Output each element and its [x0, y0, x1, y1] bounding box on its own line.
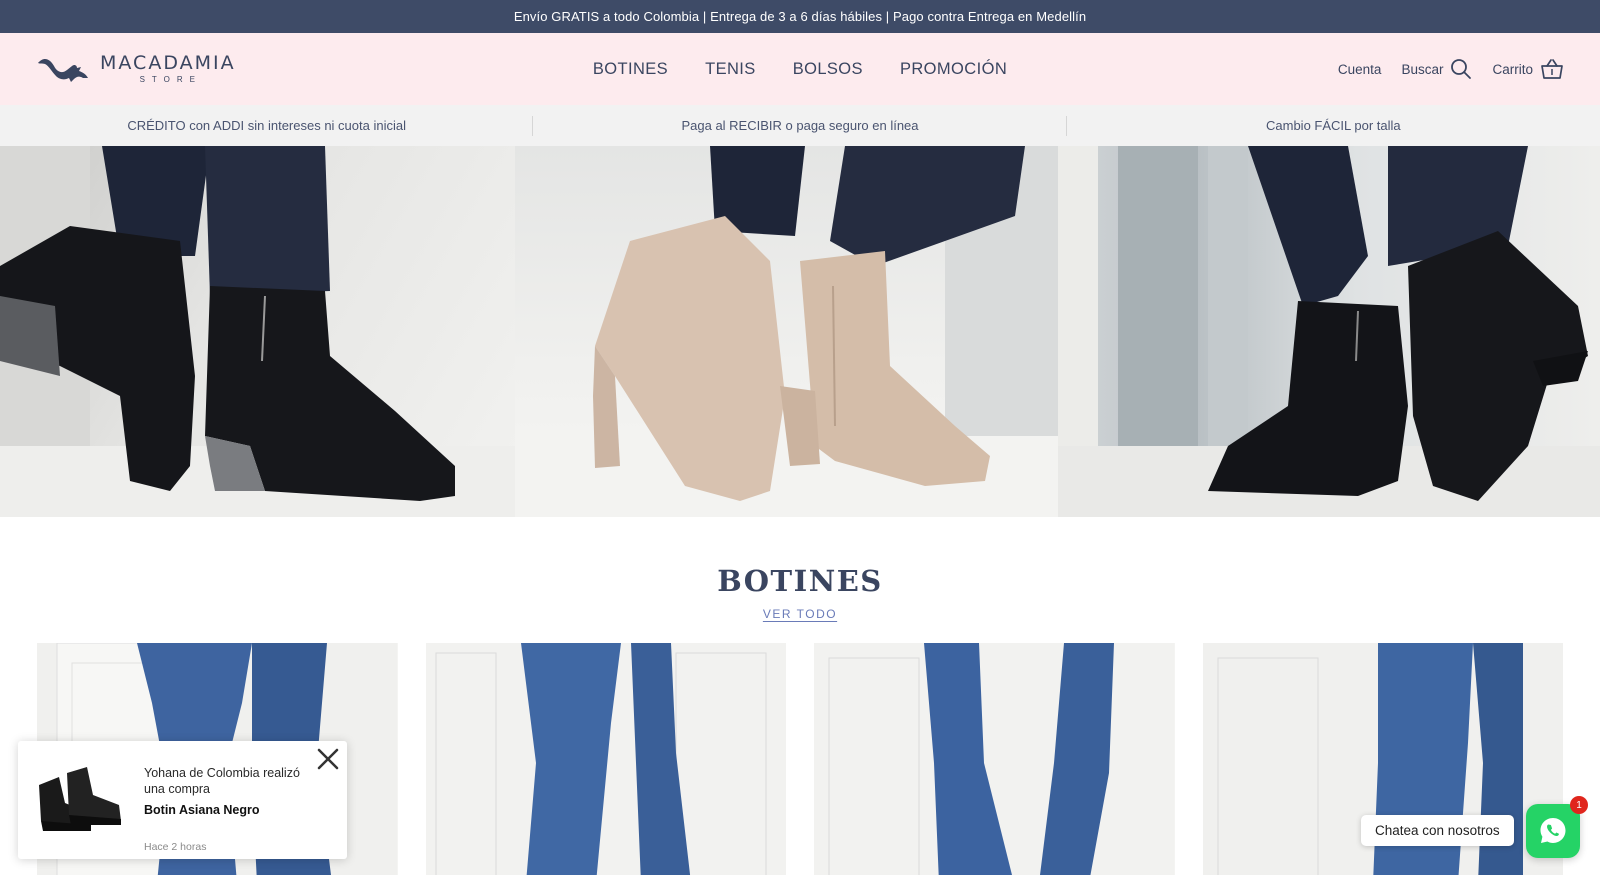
usp-payment: Paga al RECIBIR o paga seguro en línea: [533, 116, 1067, 136]
toast-product-image: [18, 741, 136, 859]
account-label: Cuenta: [1337, 61, 1382, 77]
site-header: MACADAMIA STORE BOTINES TENIS BOLSOS PRO…: [0, 33, 1600, 105]
product-card[interactable]: [814, 643, 1175, 875]
search-button[interactable]: Buscar: [1401, 58, 1472, 80]
nav-bolsos[interactable]: BOLSOS: [772, 60, 863, 79]
hero-image-beige-suede-boots: [515, 146, 1058, 517]
header-actions: Cuenta Buscar Carrito: [1338, 58, 1564, 80]
usp-exchange: Cambio FÁCIL por talla: [1266, 118, 1401, 133]
nav-promocion[interactable]: PROMOCIÓN: [879, 60, 1007, 79]
close-icon[interactable]: [315, 746, 341, 772]
collection-title: BOTINES: [717, 564, 883, 598]
product-image: [425, 643, 786, 875]
chat-label[interactable]: Chatea con nosotros: [1361, 815, 1514, 846]
logo[interactable]: MACADAMIA STORE: [36, 54, 246, 84]
basket-icon: [1541, 59, 1563, 79]
toast-message: Yohana de Colombia realizó una compra: [144, 766, 300, 796]
hero-banner[interactable]: [0, 146, 1600, 517]
purchase-notification[interactable]: Yohana de Colombia realizó una compra Bo…: [18, 741, 347, 859]
logo-name: MACADAMIA: [100, 52, 236, 74]
logo-text: MACADAMIA STORE: [100, 54, 236, 84]
cart-label: Carrito: [1492, 61, 1533, 77]
whatsapp-icon: [1540, 818, 1566, 843]
cart-button[interactable]: Carrito: [1492, 58, 1564, 80]
view-all-link[interactable]: VER TODO: [0, 607, 1600, 621]
whatsapp-chat-button[interactable]: 1: [1526, 796, 1588, 858]
nav-botines[interactable]: BOTINES: [593, 60, 668, 79]
product-image: [814, 643, 1174, 875]
product-card[interactable]: [425, 643, 786, 875]
chat-badge: 1: [1570, 796, 1588, 814]
account-link[interactable]: Cuenta: [1338, 62, 1382, 77]
logo-subtitle: STORE: [139, 75, 203, 84]
announcement-bar: Envío GRATIS a todo Colombia | Entrega d…: [0, 0, 1600, 33]
toast-product-name: Botin Asiana Negro: [144, 803, 260, 817]
usp-credit: CRÉDITO con ADDI sin intereses ni cuota …: [0, 116, 534, 136]
usp-bar: CRÉDITO con ADDI sin intereses ni cuota …: [0, 105, 1600, 146]
hero-image-black-boots-metallic-heel: [0, 146, 515, 517]
hero-image-black-suede-boots: [1058, 146, 1600, 517]
nav-tenis[interactable]: TENIS: [684, 60, 756, 79]
announcement-text: Envío GRATIS a todo Colombia | Entrega d…: [513, 9, 1087, 24]
search-label: Buscar: [1401, 61, 1444, 77]
toast-timestamp: Hace 2 horas: [144, 841, 207, 853]
search-icon: [1451, 59, 1472, 79]
squirrel-logo-icon: [38, 59, 88, 82]
